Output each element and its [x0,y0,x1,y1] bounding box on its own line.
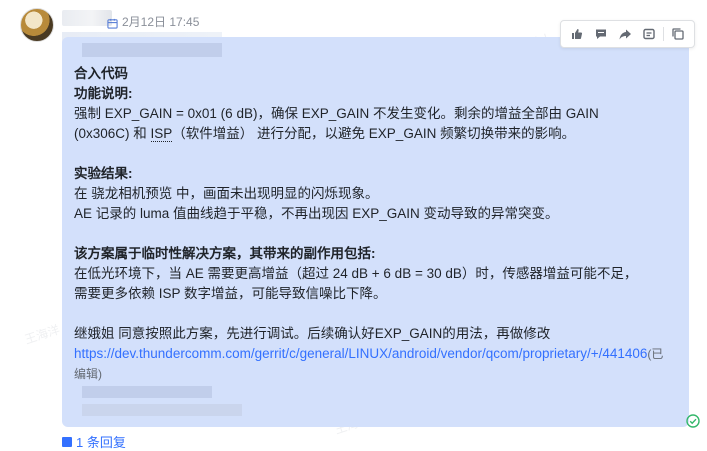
message-action-toolbar [560,20,695,48]
section-text: 在低光环境下，当 AE 需要更高增益（超过 24 dB + 6 dB = 30 … [74,266,638,281]
like-button[interactable] [565,22,589,46]
section-text: (0x306C) 和 ISP（软件增益） 进行分配，以避免 EXP_GAIN 频… [74,124,674,144]
isp-term: ISP [150,126,173,142]
copy-button[interactable] [666,22,690,46]
thumbs-up-icon [572,29,583,39]
message-title: 合入代码 [74,66,128,81]
message-header: 2月12日 17:45 [107,13,199,30]
more-icon [643,28,655,40]
redacted-text [82,404,242,416]
sender-name-redacted [62,10,112,26]
redacted-text [82,43,222,57]
closing-text: 继娥姐 同意按照此方案，先进行调试。后续确认好EXP_GAIN的用法，再做修改 [74,326,551,341]
copy-icon [672,28,684,40]
section-text: AE 记录的 luma 值曲线趋于平稳，不再出现因 EXP_GAIN 变动导致的… [74,206,559,221]
calendar-icon [107,16,118,29]
reply-count-link[interactable]: 1 条回复 [76,432,126,451]
reply-icon [62,437,72,447]
redacted-text [82,386,212,398]
forward-button[interactable] [613,22,637,46]
section-heading: 实验结果: [74,166,133,181]
message-content: 合入代码 功能说明: 强制 EXP_GAIN = 0x01 (6 dB)，确保 … [74,64,674,384]
toolbar-divider [663,27,664,41]
read-status-icon [686,414,700,428]
text-fragment: (0x306C) 和 [74,126,151,141]
section-heading: 功能说明: [74,86,133,101]
gerrit-link[interactable]: https://dev.thundercomm.com/gerrit/c/gen… [74,346,647,361]
comment-icon [596,29,606,39]
section-heading: 该方案属于临时性解决方案，其带来的副作用包括: [74,246,376,261]
section-text: 在 骁龙相机预览 中，画面未出现明显的闪烁现象。 [74,186,379,201]
message-timestamp: 2月12日 17:45 [122,15,200,29]
comment-button[interactable] [589,22,613,46]
text-fragment: （软件增益） 进行分配，以避免 EXP_GAIN 频繁切换带来的影响。 [172,126,576,141]
section-text: 需要更多依赖 ISP 数字增益，可能导致信噪比下降。 [74,286,387,301]
forward-icon [619,29,631,40]
more-actions-button[interactable] [637,22,661,46]
section-text: 强制 EXP_GAIN = 0x01 (6 dB)，确保 EXP_GAIN 不发… [74,106,599,121]
avatar[interactable] [20,8,54,42]
